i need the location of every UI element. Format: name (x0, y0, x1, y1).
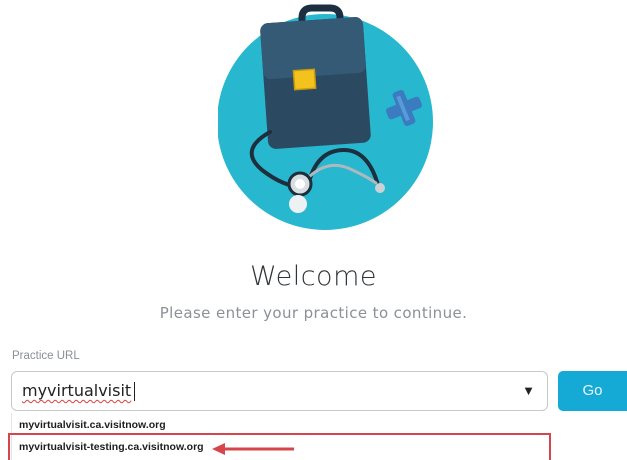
practice-url-label: Practice URL (12, 350, 80, 362)
red-arrow-left-icon (212, 442, 296, 455)
suggestion-option[interactable]: myvirtualvisit-testing.ca.visitnow.org (19, 441, 204, 453)
practice-url-value: myvirtualvisit (22, 381, 132, 400)
practice-url-input[interactable]: myvirtualvisit ▼ (11, 371, 548, 411)
welcome-title: Welcome (249, 261, 377, 292)
text-cursor (134, 382, 135, 401)
suggestion-option[interactable]: myvirtualvisit.ca.visitnow.org (19, 419, 166, 431)
welcome-subtitle: Please enter your practice to continue. (159, 304, 468, 322)
doctor-bag-illustration (217, 0, 436, 230)
triangle-down-icon[interactable]: ▼ (522, 383, 535, 398)
login-page: Welcome Please enter your practice to co… (0, 0, 627, 460)
go-button[interactable]: Go (558, 371, 627, 411)
